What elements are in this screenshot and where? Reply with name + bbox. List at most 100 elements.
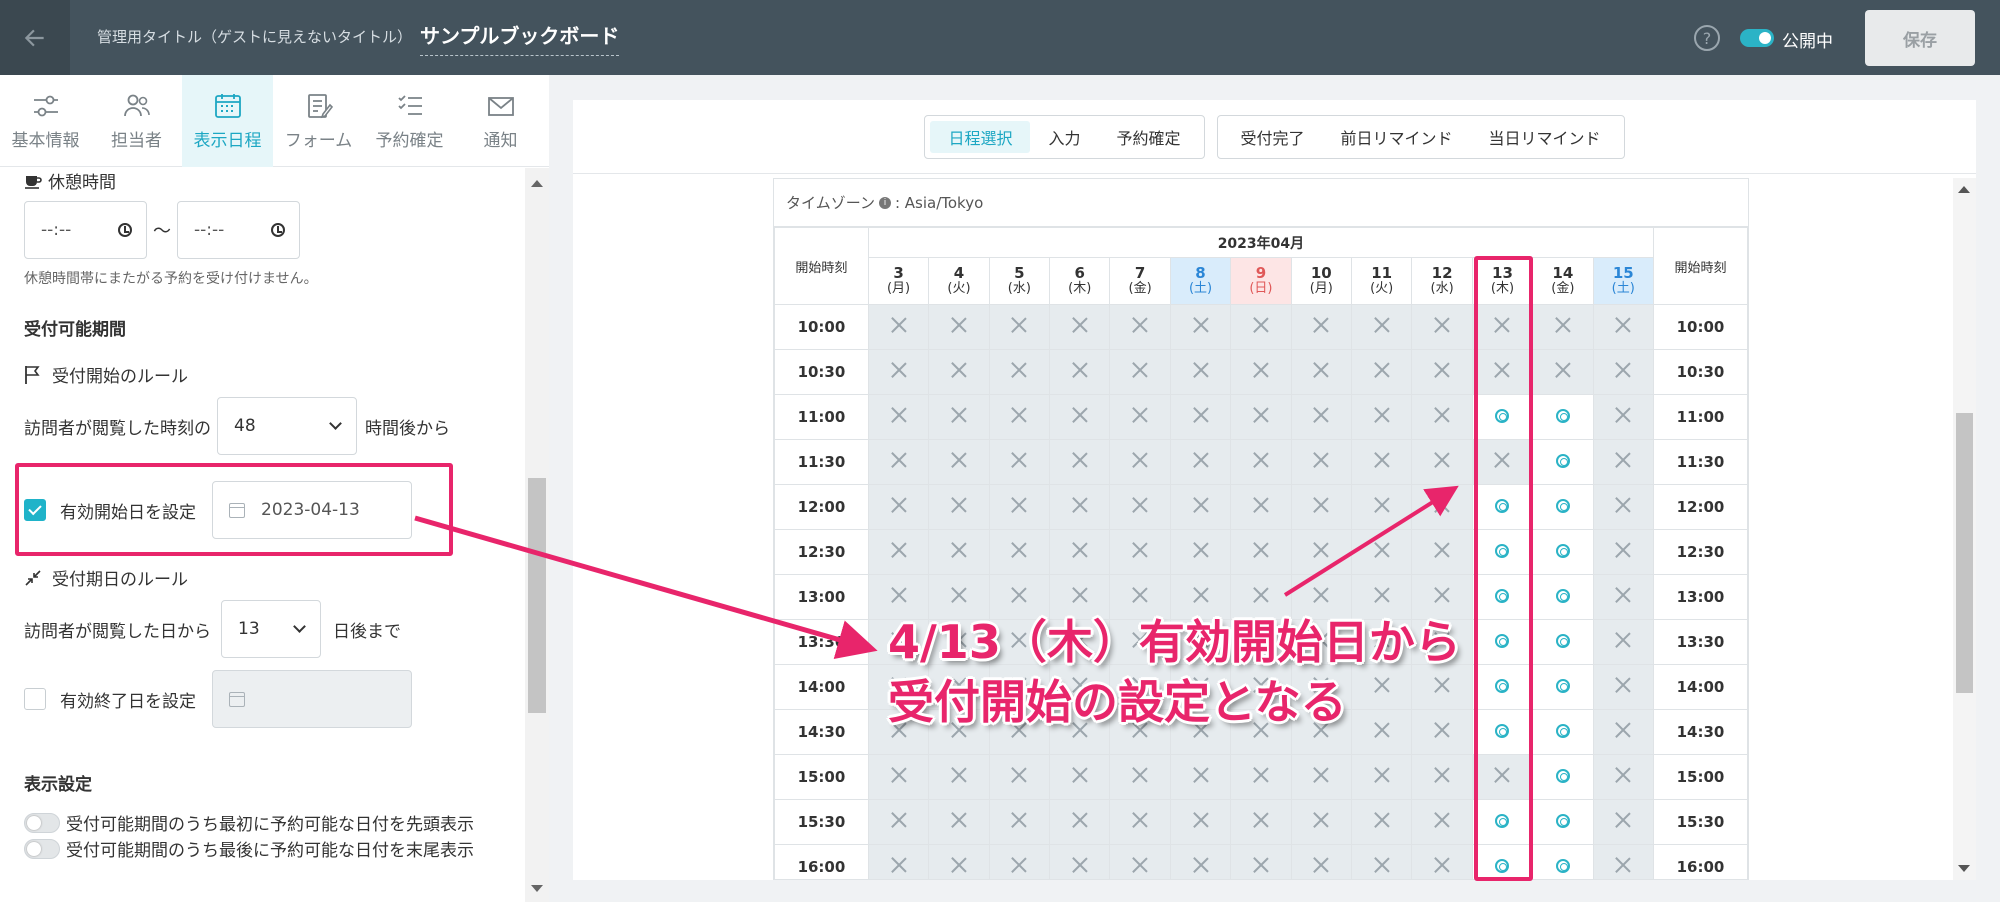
day-header: 5 (水) (988, 257, 1051, 305)
tab-schedule[interactable]: 表示日程 (182, 75, 273, 167)
tab-basic-info[interactable]: 基本情報 (0, 75, 91, 167)
page-title[interactable]: サンプルブックボード (420, 20, 620, 56)
available-slot[interactable] (1532, 619, 1594, 665)
show-first-date-toggle[interactable] (24, 812, 60, 833)
unavailable-slot (1109, 844, 1171, 879)
start-rule-title: 受付開始のルール (52, 367, 188, 387)
available-slot[interactable] (1532, 439, 1594, 485)
scroll-up-arrow-icon[interactable] (1958, 186, 1970, 193)
available-slot[interactable] (1532, 799, 1594, 845)
unavailable-slot (988, 844, 1051, 879)
show-last-date-toggle[interactable] (24, 838, 60, 859)
unavailable-slot (1592, 574, 1654, 620)
available-slot[interactable] (1532, 574, 1594, 620)
cross-icon (891, 407, 907, 423)
day-header-row: 3 (月) 4 (火) 5 (水) 6 (木) 7 (金) 8 (土) 9 (日) 10 (月) 11 (火) 12… (775, 257, 1748, 305)
unavailable-slot (1290, 484, 1353, 530)
cross-icon (1011, 812, 1027, 828)
unavailable-slot (1169, 484, 1232, 530)
unavailable-slot (988, 349, 1051, 395)
unavailable-slot (1532, 349, 1594, 395)
unavailable-slot (867, 754, 930, 800)
available-slot[interactable] (1532, 709, 1594, 755)
tab-label: 通知 (483, 130, 518, 151)
publish-toggle[interactable] (1740, 29, 1774, 47)
available-slot[interactable] (1532, 844, 1594, 879)
scrollbar-thumb[interactable] (1956, 413, 1973, 693)
valid-end-date-input[interactable] (212, 670, 412, 728)
preview-tab[interactable]: 入力 (1030, 121, 1098, 153)
time-label-right: 14:00 (1652, 664, 1748, 710)
unavailable-slot (928, 754, 990, 800)
scroll-up-arrow-icon[interactable] (531, 180, 543, 187)
top-header: 管理用タイトル（ゲストに見えないタイトル） サンプルブックボード ? 公開中 保… (0, 0, 2000, 75)
cross-icon (1615, 542, 1631, 558)
cross-icon (1374, 767, 1390, 783)
unavailable-slot (1592, 484, 1654, 530)
preview-scrollbar[interactable] (1953, 178, 1976, 880)
time-label: 11:30 (774, 439, 869, 485)
scroll-down-arrow-icon[interactable] (1958, 865, 1970, 872)
arrow-left-icon (24, 29, 44, 46)
back-button[interactable] (0, 0, 70, 75)
scrollbar-thumb[interactable] (528, 478, 546, 713)
cross-icon (951, 497, 967, 513)
tab-staff[interactable]: 担当者 (91, 75, 182, 167)
help-icon[interactable]: ? (1694, 25, 1720, 51)
cross-icon (1072, 767, 1088, 783)
flag-icon (25, 365, 40, 384)
unavailable-slot (1592, 619, 1654, 665)
cross-icon (1193, 407, 1209, 423)
available-slot[interactable] (1532, 394, 1594, 440)
cross-icon (1253, 812, 1269, 828)
break-start-input[interactable]: --:-- (24, 201, 147, 259)
toggle-last-label: 受付可能期間のうち最後に予約可能な日付を末尾表示 (66, 841, 474, 861)
preview-tab[interactable]: 前日リマインド (1323, 121, 1471, 153)
available-slot[interactable] (1532, 754, 1594, 800)
available-slot[interactable] (1532, 664, 1594, 710)
cross-icon (1011, 542, 1027, 558)
cross-icon (1434, 362, 1450, 378)
break-end-input[interactable]: --:-- (177, 201, 300, 259)
unavailable-slot (928, 844, 990, 879)
available-slot[interactable] (1532, 529, 1594, 575)
tab-booking-confirm[interactable]: 予約確定 (364, 75, 455, 167)
preview-tab[interactable]: 受付完了 (1223, 121, 1323, 153)
start-hours-select[interactable]: 48 (217, 397, 357, 455)
settings-scrollbar[interactable] (525, 168, 549, 902)
cross-icon (1374, 407, 1390, 423)
users-icon (123, 94, 150, 116)
unavailable-slot (1230, 799, 1292, 845)
cross-icon (1193, 812, 1209, 828)
tab-form[interactable]: フォーム (273, 75, 364, 167)
unavailable-slot (1290, 394, 1353, 440)
day-number: 12 (1431, 264, 1453, 282)
highlight-column-13 (1474, 256, 1533, 881)
available-slot[interactable] (1532, 484, 1594, 530)
cross-icon (1011, 407, 1027, 423)
time-label-right: 15:30 (1652, 799, 1748, 845)
unavailable-slot (928, 349, 990, 395)
scroll-down-arrow-icon[interactable] (531, 885, 543, 892)
preview-tab[interactable]: 予約確定 (1098, 121, 1198, 153)
preview-tab[interactable]: 日程選択 (930, 121, 1031, 153)
cross-icon (1615, 632, 1631, 648)
time-label-right: 16:00 (1652, 844, 1748, 879)
cross-icon (951, 362, 967, 378)
tab-notification[interactable]: 通知 (455, 75, 546, 167)
circle-icon (1555, 813, 1570, 828)
range-tilde: 〜 (153, 221, 171, 242)
day-of-week: (土) (1611, 281, 1635, 296)
unavailable-slot (1411, 394, 1473, 440)
start-time-header-right: 開始時刻 (1652, 227, 1748, 305)
time-row: 11:30 11:30 (774, 439, 1748, 485)
save-button[interactable]: 保存 (1865, 10, 1975, 66)
preview-tab[interactable]: 当日リマインド (1471, 121, 1619, 153)
timezone-label: タイムゾーン (786, 194, 875, 212)
cross-icon (1132, 452, 1148, 468)
end-days-select[interactable]: 13 (221, 600, 321, 658)
time-label: 10:30 (774, 349, 869, 395)
valid-end-checkbox[interactable] (24, 688, 46, 710)
cross-icon (1313, 767, 1329, 783)
day-of-week: (水) (1430, 281, 1454, 296)
